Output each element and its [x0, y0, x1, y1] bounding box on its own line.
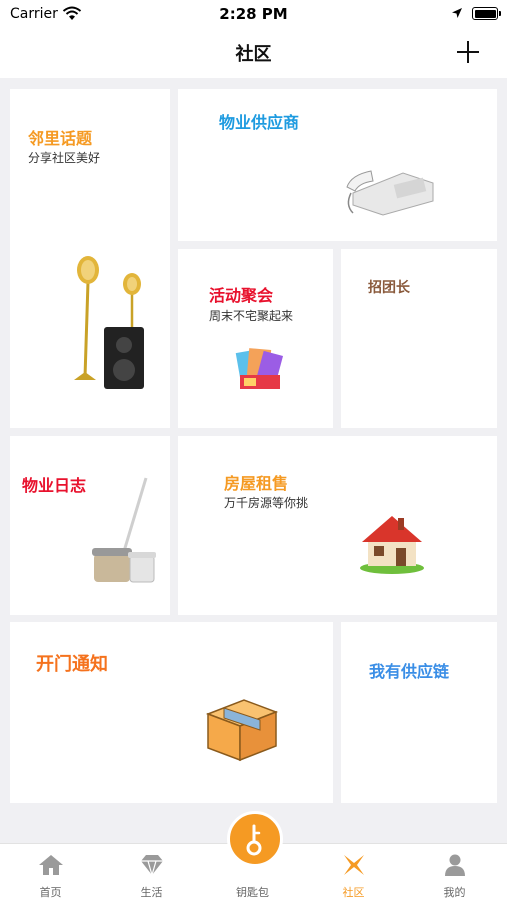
tab-home[interactable]: 首页 [0, 844, 101, 900]
tab-label: 我的 [443, 886, 466, 899]
card-title: 开门通知 [36, 654, 108, 675]
card-title: 物业日志 [22, 476, 87, 495]
tab-label: 钥匙包 [236, 886, 269, 899]
card-title: 我有供应链 [369, 662, 450, 681]
key-icon [246, 824, 262, 856]
card-title: 邻里话题 [28, 129, 93, 148]
card-property-supplier[interactable]: 物业供应商 [178, 89, 497, 241]
cards-gift-icon [235, 348, 284, 389]
card-supply-chain[interactable]: 我有供应链 [341, 622, 497, 803]
key-wallet-button[interactable] [227, 811, 283, 867]
card-title: 房屋租售 [224, 474, 289, 493]
house-icon [360, 516, 424, 574]
home-icon [38, 855, 63, 875]
card-recruit-leader[interactable]: 招团长 [341, 249, 497, 428]
card-title: 招团长 [368, 280, 410, 296]
page-title: 社区 [235, 44, 272, 65]
tab-mine[interactable]: 我的 [404, 844, 505, 900]
person-icon [444, 854, 465, 876]
card-title: 物业供应商 [219, 113, 300, 132]
nav-bar: 社区 [0, 28, 507, 78]
status-bar: Carrier 2:28 PM [0, 0, 507, 28]
tab-label: 社区 [342, 886, 365, 899]
battery-icon [472, 7, 501, 20]
community-icon [343, 855, 364, 875]
microphone-speaker-icon [74, 256, 144, 389]
card-subtitle: 分享社区美好 [28, 151, 101, 165]
card-subtitle: 万千房源等你挑 [224, 496, 309, 510]
clock: 2:28 PM [219, 5, 288, 23]
tab-label: 生活 [140, 886, 163, 899]
card-door-notice[interactable]: 开门通知 [10, 622, 333, 803]
add-icon[interactable] [456, 40, 480, 64]
package-box-icon [205, 699, 279, 762]
diamond-icon [140, 855, 163, 877]
card-title: 活动聚会 [209, 286, 274, 305]
card-subtitle: 周末不宅聚起来 [209, 309, 294, 323]
card-property-log[interactable]: 物业日志 [10, 436, 170, 615]
mop-bucket-icon [92, 477, 156, 583]
card-house-rental[interactable]: 房屋租售 万千房源等你挑 [178, 436, 497, 615]
tab-life[interactable]: 生活 [101, 844, 202, 900]
tab-label: 首页 [39, 886, 62, 899]
tab-community[interactable]: 社区 [303, 844, 404, 900]
card-activity-gathering[interactable]: 活动聚会 周末不宅聚起来 [178, 249, 333, 428]
location-arrow-icon [452, 8, 462, 18]
telephone-icon [346, 170, 434, 216]
card-neighbor-topic[interactable]: 邻里话题 分享社区美好 [10, 89, 170, 428]
